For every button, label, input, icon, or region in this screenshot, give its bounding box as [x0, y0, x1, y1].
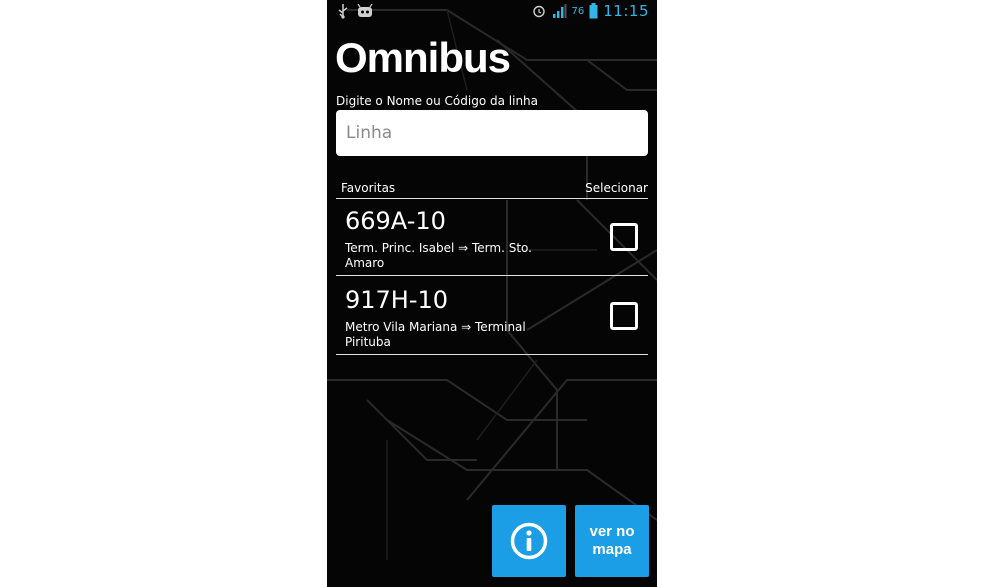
favorite-line-route: Metro Vila Mariana ⇒ Terminal Pirituba [345, 320, 526, 349]
status-bar-left [337, 3, 373, 19]
favorite-item[interactable]: 917H-10 Metro Vila Mariana ⇒ Terminal Pi… [336, 278, 648, 355]
favorite-select-checkbox[interactable] [610, 302, 638, 330]
favorites-label: Favoritas [341, 181, 396, 195]
favorites-list: 669A-10 Term. Princ. Isabel ⇒ Term. Sto.… [336, 199, 648, 357]
favorite-line-code: 917H-10 [345, 286, 449, 314]
select-label: Selecionar [585, 181, 648, 195]
alarm-icon [532, 5, 545, 18]
favorite-item[interactable]: 669A-10 Term. Princ. Isabel ⇒ Term. Sto.… [336, 199, 648, 276]
battery-icon [589, 3, 598, 19]
line-search-input[interactable] [336, 110, 648, 156]
info-icon [510, 522, 548, 560]
view-map-button[interactable]: ver no mapa [575, 505, 649, 577]
usb-icon [338, 4, 348, 19]
android-debug-icon [357, 4, 373, 17]
view-map-label: ver no mapa [589, 523, 635, 558]
signal-3g-icon [552, 4, 567, 18]
info-button[interactable] [492, 505, 566, 577]
favorite-line-code: 669A-10 [345, 207, 446, 235]
app-title: Omnibus [335, 34, 511, 81]
status-bar: 76 11:15 [327, 0, 657, 24]
battery-level-text: 76 [571, 5, 585, 17]
screenshot-stage: 76 11:15 Omnibus Digite o Nome ou Código… [0, 0, 984, 587]
status-bar-right: 76 11:15 [532, 2, 649, 20]
favorites-header: Favoritas Selecionar [336, 180, 648, 199]
status-clock: 11:15 [603, 2, 649, 20]
search-label: Digite o Nome ou Código da linha [336, 94, 539, 108]
favorite-line-route: Term. Princ. Isabel ⇒ Term. Sto. Amaro [345, 241, 532, 270]
phone-screen: 76 11:15 Omnibus Digite o Nome ou Código… [327, 0, 657, 587]
favorite-select-checkbox[interactable] [610, 223, 638, 251]
